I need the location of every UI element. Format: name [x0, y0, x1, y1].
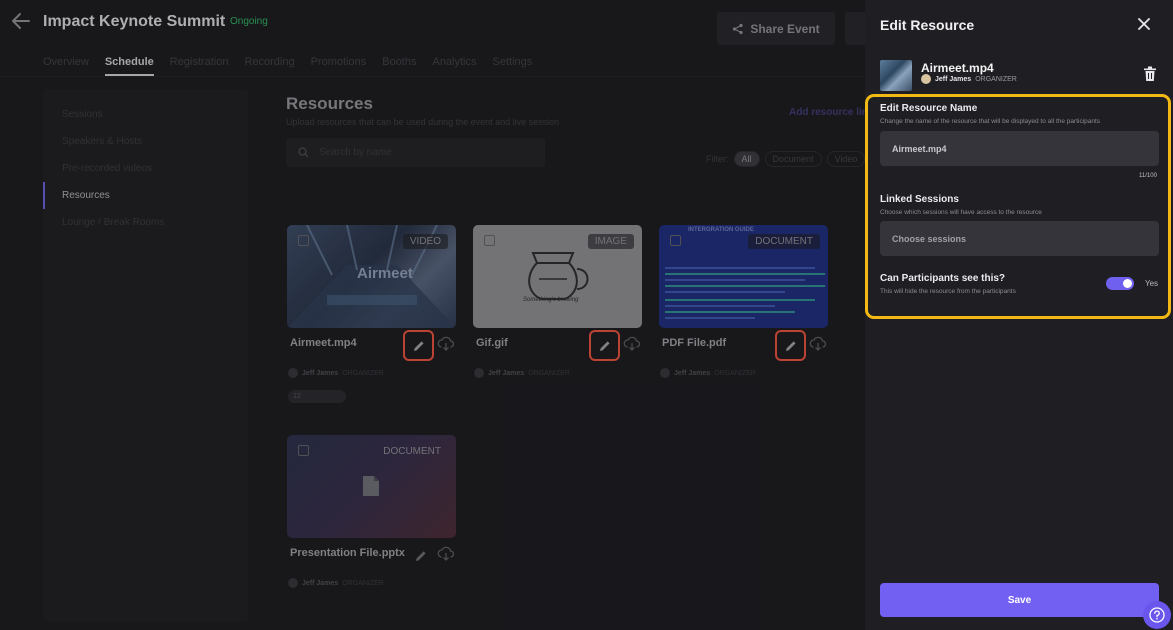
owner-name: Jeff James: [935, 75, 972, 83]
resource-name: Airmeet.mp4: [921, 61, 994, 75]
visibility-label: Can Participants see this?: [880, 273, 1006, 284]
question-mark-icon: [1149, 607, 1165, 623]
close-icon[interactable]: [1137, 17, 1151, 31]
help-icon[interactable]: [1143, 601, 1171, 629]
avatar: [921, 74, 931, 84]
linked-sessions-help: Choose which sessions will have access t…: [880, 209, 1042, 216]
character-counter: 11/100: [1139, 173, 1157, 179]
visibility-toggle-label: Yes: [1145, 279, 1159, 288]
panel-title: Edit Resource: [880, 17, 975, 33]
resource-name-label: Edit Resource Name: [880, 103, 978, 114]
owner-role: ORGANIZER: [975, 75, 1017, 83]
visibility-toggle[interactable]: [1106, 277, 1134, 290]
resource-name-input[interactable]: Airmeet.mp4: [880, 131, 1159, 166]
resource-owner: Jeff James ORGANIZER: [921, 74, 1017, 84]
choose-sessions-select[interactable]: Choose sessions: [880, 221, 1159, 256]
resource-name-help: Change the name of the resource that wil…: [880, 118, 1101, 125]
trash-icon[interactable]: [1143, 66, 1157, 82]
toggle-knob: [1123, 279, 1132, 288]
visibility-help: This will hide the resource from the par…: [880, 288, 1016, 295]
resource-thumbnail: [880, 60, 912, 91]
edit-resource-panel: Edit Resource Airmeet.mp4 Jeff James ORG…: [865, 0, 1173, 630]
save-button[interactable]: Save: [880, 583, 1159, 617]
page: Impact Keynote Summit Ongoing Share Even…: [0, 0, 1173, 630]
modal-backdrop[interactable]: [0, 0, 865, 630]
linked-sessions-label: Linked Sessions: [880, 194, 959, 205]
